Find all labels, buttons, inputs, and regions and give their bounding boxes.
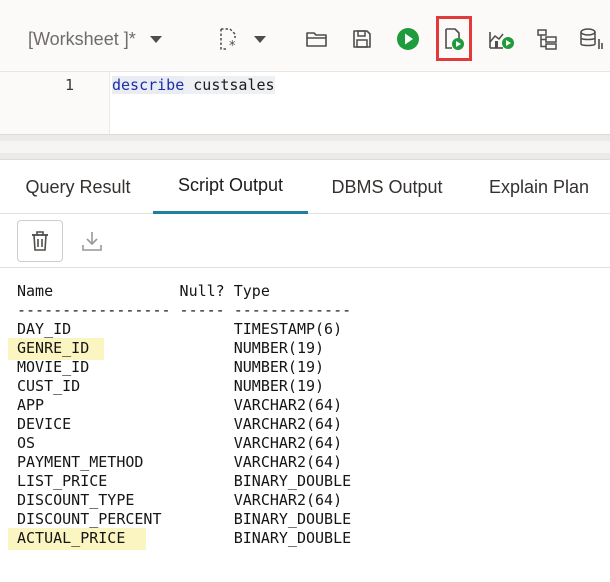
sql-tuning-icon	[580, 28, 603, 49]
autotrace-icon	[489, 32, 514, 49]
tab-query-result[interactable]: Query Result	[12, 160, 144, 214]
script-output: Name Null? Type ----------------- ----- …	[0, 268, 610, 582]
open-button[interactable]	[300, 22, 334, 56]
output-row: CUST_ID NUMBER(19)	[17, 377, 325, 395]
output-row: DISCOUNT_TYPE VARCHAR2(64)	[17, 491, 343, 509]
output-row: DISCOUNT_PERCENT BINARY_DOUBLE	[17, 510, 352, 528]
worksheet-label: [Worksheet ]*	[28, 28, 136, 49]
output-row: DEVICE VARCHAR2(64)	[17, 415, 343, 433]
output-row: OS VARCHAR2(64)	[17, 434, 343, 452]
code-line[interactable]: describe custsales	[111, 74, 610, 96]
clear-output-button[interactable]	[17, 220, 63, 262]
download-icon	[82, 232, 102, 251]
new-file-icon: *	[220, 28, 236, 51]
output-row: ACTUAL_PRICE BINARY_DOUBLE	[17, 529, 352, 547]
save-button[interactable]	[345, 22, 379, 56]
open-folder-icon	[306, 32, 327, 47]
sql-tuning-button[interactable]	[574, 22, 608, 56]
chevron-down-icon	[149, 35, 162, 43]
sql-keyword: describe	[112, 76, 185, 94]
pane-splitter[interactable]	[0, 134, 610, 160]
autotrace-button[interactable]	[484, 22, 518, 56]
explain-plan-icon	[537, 29, 557, 50]
code-editor[interactable]: 1 describe custsales	[0, 72, 610, 134]
tab-dbms-output[interactable]: DBMS Output	[318, 160, 456, 214]
tab-script-output[interactable]: Script Output	[153, 160, 308, 214]
explain-plan-button[interactable]	[530, 22, 564, 56]
download-output-button[interactable]	[76, 224, 108, 258]
svg-text:*: *	[229, 39, 236, 51]
output-separator: ----------------- ----- -------------	[17, 301, 352, 319]
worksheet-selector[interactable]: [Worksheet ]*	[28, 24, 162, 54]
chevron-down-icon	[254, 35, 266, 43]
output-row: MOVIE_ID NUMBER(19)	[17, 358, 325, 376]
run-statement-icon	[397, 28, 419, 50]
output-row: GENRE_ID NUMBER(19)	[17, 339, 325, 357]
sql-identifier: custsales	[193, 76, 275, 94]
worksheet-toolbar: [Worksheet ]* *	[0, 0, 610, 72]
output-tabs: Query Result Script Output DBMS Output E…	[0, 160, 610, 214]
output-toolbar	[0, 214, 610, 268]
output-row: PAYMENT_METHOD VARCHAR2(64)	[17, 453, 343, 471]
output-header: Name Null? Type	[17, 282, 270, 300]
line-number-gutter: 1	[0, 72, 110, 134]
run-statement-button[interactable]	[391, 22, 425, 56]
output-row: LIST_PRICE BINARY_DOUBLE	[17, 472, 352, 490]
save-icon	[353, 30, 371, 48]
run-script-highlight	[436, 16, 472, 61]
line-number: 1	[64, 76, 74, 94]
tab-explain-plan[interactable]: Explain Plan	[476, 160, 602, 214]
output-row: DAY_ID TIMESTAMP(6)	[17, 320, 343, 338]
new-file-button[interactable]: *	[218, 22, 266, 56]
output-row: APP VARCHAR2(64)	[17, 396, 343, 414]
trash-icon	[32, 231, 48, 251]
